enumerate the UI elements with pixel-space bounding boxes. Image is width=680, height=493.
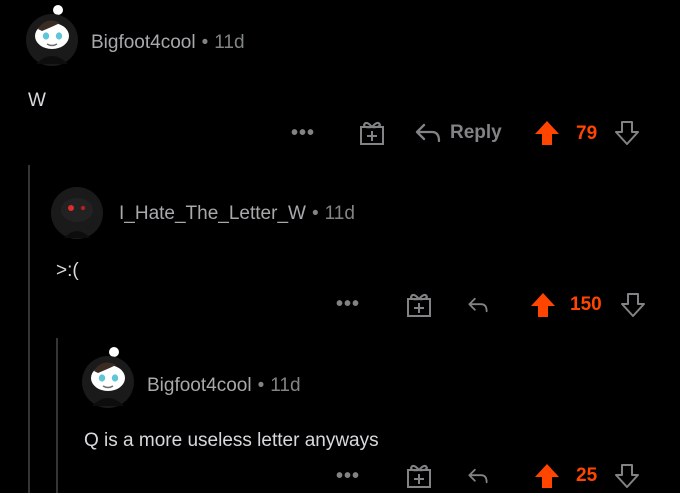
ellipsis-icon: ••• [335,292,360,315]
username-link[interactable]: Bigfoot4cool [91,32,196,53]
comment-body: >:( [56,260,79,281]
ellipsis-icon: ••• [335,464,360,487]
username-link[interactable]: Bigfoot4cool [147,375,252,396]
meta-separator: • [257,375,265,396]
snoo-avatar-white-hat[interactable] [74,344,140,410]
reply-arrow-icon [415,123,441,143]
meta-separator: • [201,32,209,53]
more-options-button[interactable]: ••• [328,465,368,487]
upvote-button[interactable] [528,290,558,320]
upvote-arrow-icon [535,121,559,145]
comment-age: 11d [214,32,245,53]
gift-award-icon [407,293,431,317]
comment-body: Q is a more useless letter anyways [84,430,379,451]
award-button[interactable] [357,118,387,148]
downvote-arrow-icon [615,121,639,145]
downvote-arrow-icon [621,293,645,317]
upvote-arrow-icon [531,293,555,317]
comment-meta: Bigfoot4cool • 11d [91,32,245,54]
vote-score: 150 [570,294,602,315]
comment-meta: I_Hate_The_Letter_W • 11d [119,203,355,225]
downvote-button[interactable] [618,290,648,320]
upvote-arrow-icon [535,464,559,488]
upvote-button[interactable] [532,118,562,148]
reply-button[interactable]: Reply [414,118,502,148]
vote-score: 79 [576,123,598,144]
snoo-avatar-dark[interactable] [48,184,106,242]
downvote-arrow-icon [615,464,639,488]
thread-line-level-2[interactable] [56,338,58,493]
more-options-button[interactable]: ••• [328,293,368,315]
comment-meta: Bigfoot4cool • 11d [147,375,301,397]
reply-button[interactable] [467,461,497,491]
vote-score: 25 [576,465,598,486]
reply-arrow-icon [468,297,488,313]
meta-separator: • [311,203,319,224]
ellipsis-icon: ••• [290,121,315,144]
upvote-button[interactable] [532,461,562,491]
snoo-avatar-white-hat[interactable] [16,2,82,68]
comment-age: 11d [324,203,355,224]
reply-label: Reply [450,122,502,143]
award-button[interactable] [404,461,434,491]
gift-award-icon [360,121,384,145]
comment-body: W [28,90,46,111]
downvote-button[interactable] [612,461,642,491]
comment-age: 11d [270,375,301,396]
downvote-button[interactable] [612,118,642,148]
reply-button[interactable] [467,290,497,320]
username-link[interactable]: I_Hate_The_Letter_W [119,203,306,224]
reply-arrow-icon [468,468,488,484]
more-options-button[interactable]: ••• [283,122,323,144]
gift-award-icon [407,464,431,488]
award-button[interactable] [404,290,434,320]
thread-line-level-1[interactable] [28,165,30,493]
